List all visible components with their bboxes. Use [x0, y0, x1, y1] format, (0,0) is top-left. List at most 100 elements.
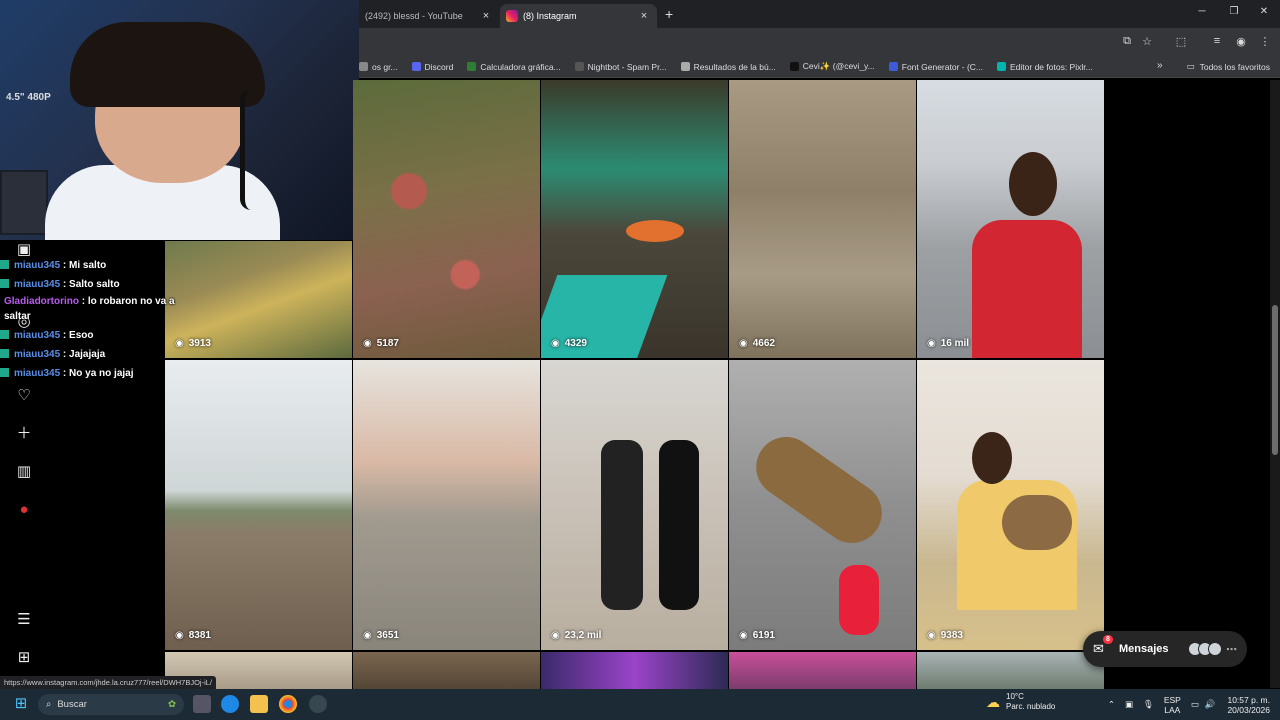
chat-username: miauu345 — [14, 349, 61, 360]
reel-tile[interactable] — [541, 652, 728, 690]
tab-instagram[interactable]: (8) Instagram × — [500, 4, 657, 28]
view-count: ◉ 23,2 mil — [551, 630, 601, 641]
message-avatars — [1188, 642, 1222, 656]
bookmark-item[interactable]: Cevi✨ (@cevi_y... — [789, 61, 875, 72]
dashboard-icon[interactable]: ▥ — [14, 462, 34, 482]
weather-temp: 10°C — [1006, 692, 1024, 701]
view-count: ◉ 6191 — [739, 630, 775, 641]
reel-tile[interactable]: ◉ 3651 — [353, 360, 540, 650]
microphone-icon[interactable]: 🎙 — [1143, 699, 1154, 710]
profile-avatar[interactable]: ◉ — [1233, 35, 1249, 48]
chrome-icon[interactable] — [279, 695, 297, 713]
network-icon[interactable]: ▭ — [1191, 699, 1199, 710]
more-menu-icon[interactable]: ☰ — [14, 610, 34, 630]
system-tray: ⌃ ▣ 🎙 ESP LAA ▭ 🔊 10:57 p. m. 20/03/2026 — [1108, 689, 1270, 720]
reel-tile[interactable]: ◉ 4662 — [729, 80, 916, 358]
restore-icon[interactable]: ❐ — [1219, 6, 1249, 17]
reel-tile[interactable] — [729, 652, 916, 690]
reel-tile[interactable]: ◉ 9383 — [917, 360, 1104, 650]
messenger-icon: ✉ 8 — [1093, 635, 1115, 657]
bookmark-label: Cevi✨ (@cevi_y... — [802, 61, 875, 71]
instagram-icon — [506, 10, 518, 22]
reel-tile[interactable]: ◉ 4329 — [541, 80, 728, 358]
messages-button[interactable]: ✉ 8 Mensajes ⋯ — [1083, 631, 1247, 667]
page-scrollbar[interactable] — [1270, 80, 1280, 688]
chat-message: miauu345 : Mi salto — [0, 256, 200, 275]
sub-badge-icon — [0, 279, 9, 288]
close-tab-icon[interactable]: × — [637, 10, 651, 22]
edge-icon[interactable] — [221, 695, 239, 713]
input-language[interactable]: ESP LAA — [1164, 695, 1181, 715]
all-favorites-button[interactable]: ▭ Todos los favoritos — [1187, 61, 1270, 72]
tab-youtube-label: (2492) blessd - YouTube — [365, 11, 463, 21]
bookmark-item[interactable]: Nightbot - Spam Pr... — [574, 62, 667, 72]
profile-avatar[interactable]: ● — [14, 500, 34, 520]
menu-kebab-icon[interactable]: ⋮ — [1257, 35, 1273, 48]
reel-tile[interactable] — [917, 652, 1104, 690]
bookmark-label: Resultados de la bú... — [693, 61, 776, 72]
reel-tile[interactable]: ◉ 6191 — [729, 360, 916, 650]
taskbar-search[interactable]: ⌕ Buscar ✿ — [38, 694, 184, 715]
also-from-meta-icon[interactable]: ⊞ — [14, 648, 34, 668]
reel-tile[interactable]: ◉ 16 mil — [917, 80, 1104, 358]
bookmark-item[interactable]: Calculadora gráfica... — [467, 62, 561, 72]
reel-tile[interactable]: ◉ 8381 — [165, 360, 352, 650]
view-count-value: 9383 — [940, 630, 963, 641]
chat-text: : Salto salto — [62, 279, 120, 290]
view-count-value: 4329 — [564, 338, 587, 349]
all-favorites-label: Todos los favoritos — [1199, 61, 1270, 72]
eye-icon: ◉ — [175, 630, 184, 641]
tray-app-icon[interactable]: ▣ — [1125, 699, 1133, 710]
create-plus-icon[interactable]: ＋ — [14, 424, 34, 444]
close-window-icon[interactable]: ✕ — [1249, 6, 1279, 17]
messages-badge: 8 — [1103, 635, 1113, 644]
scrollbar-thumb[interactable] — [1272, 305, 1278, 455]
bookmark-label: Discord — [424, 61, 454, 72]
view-count: ◉ 9383 — [927, 630, 963, 641]
eye-icon: ◉ — [739, 338, 748, 349]
view-count-value: 16 mil — [940, 338, 970, 349]
view-count-value: 6191 — [752, 630, 775, 641]
new-tab-button[interactable]: + — [665, 6, 673, 22]
tab-youtube[interactable]: (2492) blessd - YouTube × — [359, 4, 499, 28]
browser-tab-bar: (2492) blessd - YouTube × (8) Instagram … — [359, 0, 1280, 28]
view-count-value: 8381 — [188, 630, 211, 641]
bookmark-item[interactable]: Font Generator - (C... — [888, 61, 984, 72]
reel-tile[interactable]: ◉ 5187 — [353, 80, 540, 358]
clock[interactable]: 10:57 p. m. 20/03/2026 — [1227, 695, 1270, 715]
bookmark-item[interactable]: os gr... — [359, 62, 398, 72]
bookmark-item[interactable]: Editor de fotos: Pixlr... — [997, 62, 1093, 72]
folder-icon: ▭ — [1186, 61, 1195, 71]
bookmark-favicon-icon — [997, 62, 1007, 71]
cast-icon[interactable]: ⧉ — [1119, 35, 1135, 48]
close-tab-icon[interactable]: × — [479, 10, 493, 22]
reel-tile[interactable]: ◉ 23,2 mil — [541, 360, 728, 650]
minimize-icon[interactable]: ─ — [1187, 6, 1217, 17]
volume-icon[interactable]: 🔊 — [1205, 699, 1216, 710]
obs-icon[interactable] — [309, 695, 327, 713]
view-count-value: 23,2 mil — [564, 630, 602, 641]
reading-list-icon[interactable]: ≡ — [1209, 35, 1225, 47]
lang-primary: ESP — [1163, 694, 1181, 705]
weather-desc: Parc. nublado — [1006, 702, 1056, 711]
tray-chevron-icon[interactable]: ⌃ — [1108, 699, 1115, 710]
bookmark-item[interactable]: Discord — [411, 61, 454, 72]
bookmark-star-icon[interactable]: ☆ — [1139, 35, 1155, 48]
windows-start-icon[interactable]: ⊞ — [12, 695, 30, 713]
extensions-icon[interactable]: ⬚ — [1173, 35, 1189, 48]
reel-tile[interactable] — [353, 652, 540, 690]
bookmarks-overflow-button[interactable]: » — [1157, 60, 1163, 71]
search-placeholder: Buscar — [57, 699, 87, 710]
sub-badge-icon — [0, 260, 9, 269]
task-view-icon[interactable] — [193, 695, 211, 713]
chat-message: miauu345 : Salto salto — [0, 275, 200, 294]
file-explorer-icon[interactable] — [250, 695, 268, 713]
bookmark-item[interactable]: Resultados de la bú... — [680, 61, 776, 72]
weather-icon: ☁ — [986, 694, 1000, 710]
address-bar-row: ⧉ ☆ ⬚ ≡ ◉ ⋮ — [359, 28, 1280, 56]
red-shirt — [972, 220, 1082, 358]
avatar — [1208, 642, 1222, 656]
bookmark-label: Font Generator - (C... — [901, 61, 984, 72]
clock-date: 20/03/2026 — [1227, 704, 1270, 715]
weather-widget[interactable]: ☁ 10°C Parc. nublado — [986, 692, 1055, 712]
